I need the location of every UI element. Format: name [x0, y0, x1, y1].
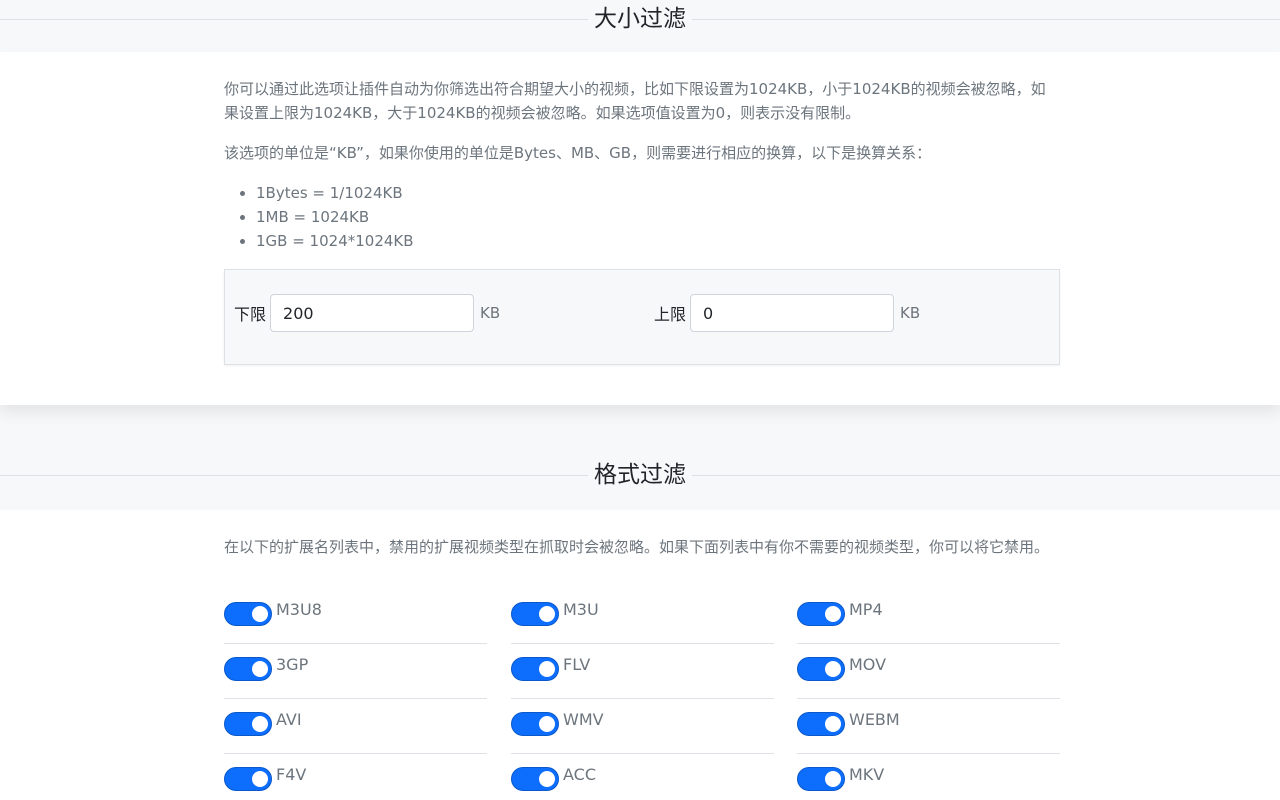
format-filter-description: 在以下的扩展名列表中，禁用的扩展视频类型在抓取时会被忽略。如果下面列表中有你不需…: [224, 538, 1050, 556]
format-label: 3GP: [276, 655, 309, 674]
format-toggle-wmv[interactable]: [511, 712, 559, 736]
toggle-knob: [539, 771, 555, 787]
format-item-flv: FLV: [511, 655, 774, 699]
format-item-m3u8: M3U8: [224, 600, 487, 644]
list-item: 1MB = 1024KB: [256, 205, 1060, 229]
list-item: 1GB = 1024*1024KB: [256, 229, 1060, 253]
size-filter-panel: 你可以通过此选项让插件自动为你筛选出符合期望大小的视频，比如下限设置为1024K…: [0, 52, 1280, 405]
upper-limit-input[interactable]: [690, 294, 895, 332]
format-toggle-m3u8[interactable]: [224, 602, 272, 626]
size-filter-unit-note: 该选项的单位是“KB”，如果你使用的单位是Bytes、MB、GB，则需要进行相应…: [224, 144, 932, 162]
format-filter-title: 格式过滤: [588, 460, 692, 490]
size-filter-header: 大小过滤: [0, 4, 1280, 34]
format-label: FLV: [563, 655, 591, 674]
format-toggle-3gp[interactable]: [224, 657, 272, 681]
toggle-knob: [825, 716, 841, 732]
format-toggle-avi[interactable]: [224, 712, 272, 736]
toggle-knob: [825, 606, 841, 622]
format-toggle-mkv[interactable]: [797, 767, 845, 791]
format-item-mkv: MKV: [797, 765, 1060, 800]
lower-limit-input[interactable]: [270, 294, 475, 332]
upper-limit-group: 上限 KB: [654, 294, 920, 332]
format-item-mp4: MP4: [797, 600, 1060, 644]
format-label: AVI: [276, 710, 302, 729]
format-item-acc: ACC: [511, 765, 774, 800]
toggle-knob: [252, 661, 268, 677]
format-label: MOV: [849, 655, 887, 674]
lower-limit-label: 下限: [234, 305, 267, 324]
toggle-knob: [252, 716, 268, 732]
format-toggle-webm[interactable]: [797, 712, 845, 736]
format-item-webm: WEBM: [797, 710, 1060, 754]
size-filter-content: 你可以通过此选项让插件自动为你筛选出符合期望大小的视频，比如下限设置为1024K…: [224, 77, 1060, 253]
format-item-f4v: F4V: [224, 765, 487, 800]
limit-box: 下限 KB 上限 KB: [224, 269, 1060, 365]
format-item-mov: MOV: [797, 655, 1060, 699]
list-item: 1Bytes = 1/1024KB: [256, 181, 1060, 205]
format-label: MP4: [849, 600, 883, 619]
format-label: M3U: [563, 600, 599, 619]
format-filter-content: 在以下的扩展名列表中，禁用的扩展视频类型在抓取时会被忽略。如果下面列表中有你不需…: [224, 535, 1060, 559]
size-filter-title: 大小过滤: [588, 4, 692, 34]
format-label: ACC: [563, 765, 597, 784]
format-toggle-mp4[interactable]: [797, 602, 845, 626]
format-filter-panel: 在以下的扩展名列表中，禁用的扩展视频类型在抓取时会被忽略。如果下面列表中有你不需…: [0, 510, 1280, 800]
format-toggle-m3u[interactable]: [511, 602, 559, 626]
format-item-avi: AVI: [224, 710, 487, 754]
lower-limit-group: 下限 KB: [234, 294, 500, 332]
format-label: F4V: [276, 765, 307, 784]
toggle-knob: [825, 771, 841, 787]
format-item-3gp: 3GP: [224, 655, 487, 699]
format-toggle-f4v[interactable]: [224, 767, 272, 791]
format-toggle-mov[interactable]: [797, 657, 845, 681]
upper-limit-label: 上限: [654, 305, 687, 324]
format-label: MKV: [849, 765, 885, 784]
toggle-knob: [825, 661, 841, 677]
format-label: WEBM: [849, 710, 900, 729]
format-label: WMV: [563, 710, 604, 729]
size-filter-description: 你可以通过此选项让插件自动为你筛选出符合期望大小的视频，比如下限设置为1024K…: [224, 80, 1046, 122]
toggle-knob: [539, 606, 555, 622]
format-item-wmv: WMV: [511, 710, 774, 754]
format-toggle-flv[interactable]: [511, 657, 559, 681]
toggle-knob: [252, 771, 268, 787]
upper-limit-unit: KB: [900, 304, 921, 322]
toggle-knob: [252, 606, 268, 622]
format-label: M3U8: [276, 600, 322, 619]
toggle-knob: [539, 716, 555, 732]
toggle-knob: [539, 661, 555, 677]
format-filter-header: 格式过滤: [0, 460, 1280, 490]
format-toggle-acc[interactable]: [511, 767, 559, 791]
conversion-list: 1Bytes = 1/1024KB 1MB = 1024KB 1GB = 102…: [224, 181, 1060, 253]
lower-limit-unit: KB: [480, 304, 501, 322]
format-item-m3u: M3U: [511, 600, 774, 644]
